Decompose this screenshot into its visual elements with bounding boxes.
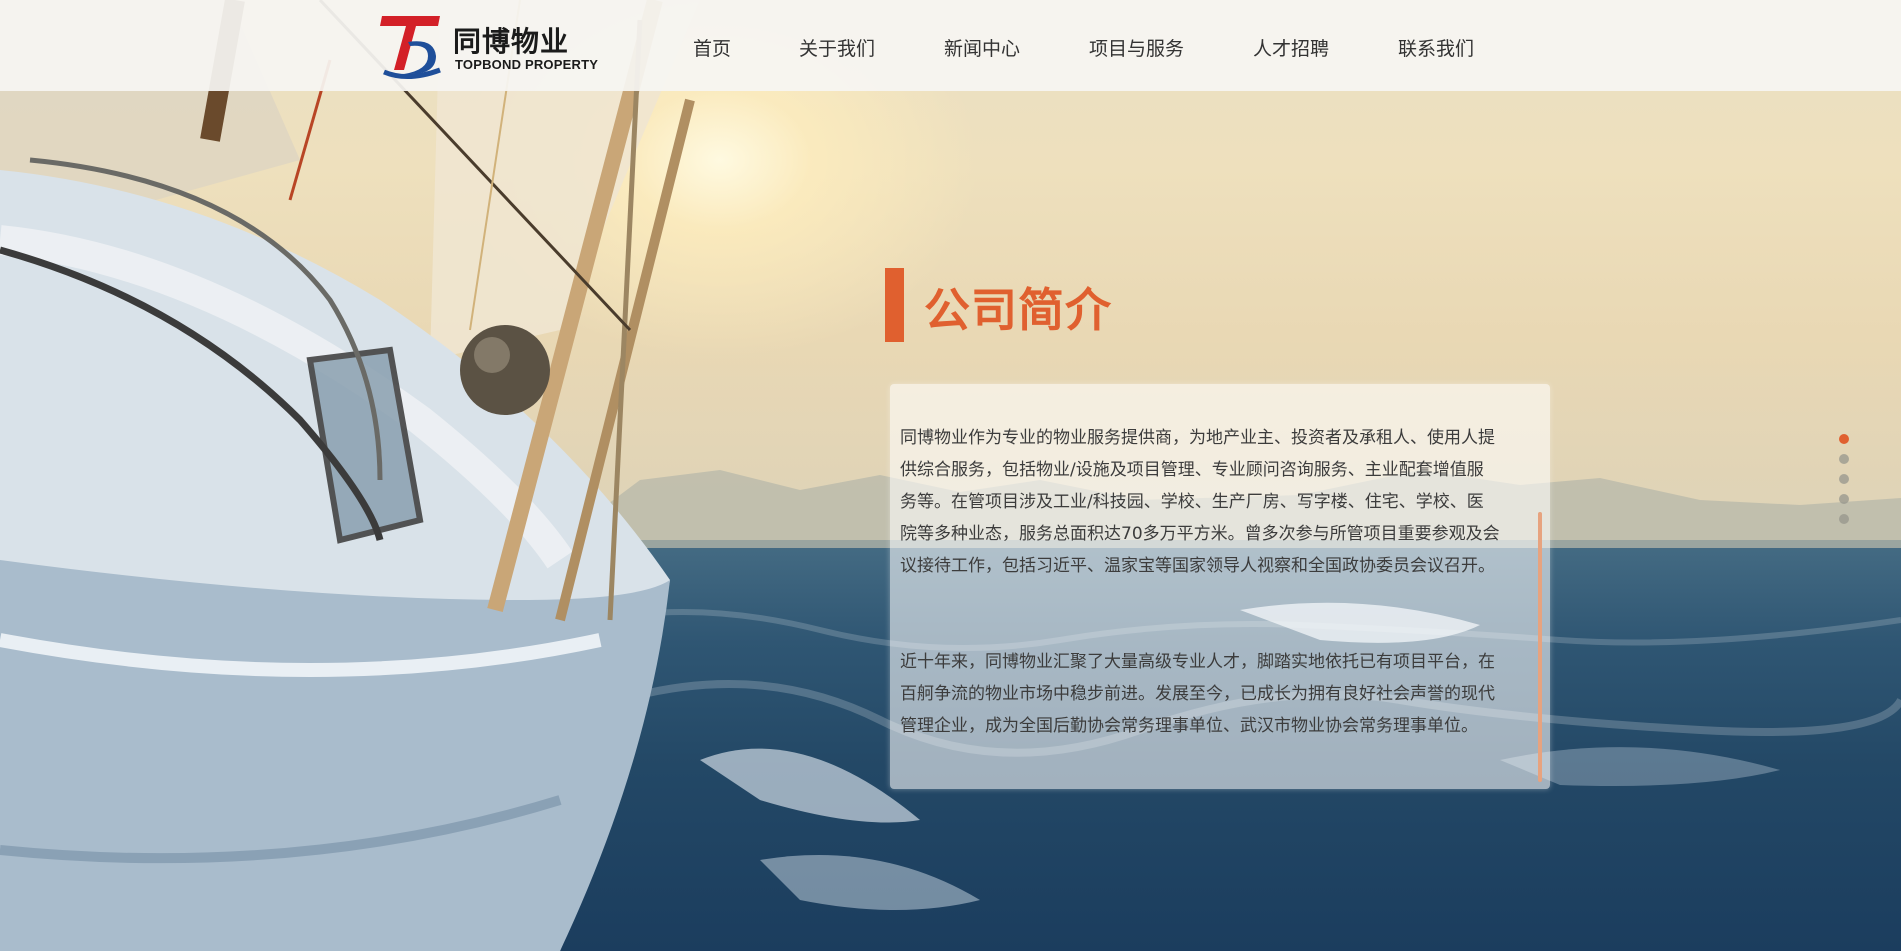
main-nav: 首页 关于我们 新闻中心 项目与服务 人才招聘 联系我们 [0, 0, 1901, 91]
page-title: 公司简介 [924, 283, 1112, 337]
nav-item-projects[interactable]: 项目与服务 [1089, 34, 1184, 61]
nav-item-news[interactable]: 新闻中心 [944, 34, 1020, 61]
pager-dot[interactable] [1839, 494, 1849, 504]
nav-item-about[interactable]: 关于我们 [799, 34, 875, 61]
intro-paragraph: 近十年来，同博物业汇聚了大量高级专业人才，脚踏实地依托已有项目平台，在百舸争流的… [900, 652, 1495, 736]
intro-paragraph: 同博物业作为专业的物业服务提供商，为地产业主、投资者及承租人、使用人提供综合服务… [900, 428, 1500, 576]
nav-item-careers[interactable]: 人才招聘 [1253, 34, 1329, 61]
pager-dot[interactable] [1839, 454, 1849, 464]
pager-dot[interactable] [1839, 434, 1849, 444]
pager-dot[interactable] [1839, 514, 1849, 524]
site-header: 同博物业 TOPBOND PROPERTY 首页 关于我们 新闻中心 项目与服务… [0, 0, 1901, 91]
heading-accent-bar [885, 268, 904, 342]
scrollbar-thumb[interactable] [1538, 512, 1542, 782]
nav-item-contact[interactable]: 联系我们 [1398, 34, 1474, 61]
pager-dot[interactable] [1839, 474, 1849, 484]
intro-panel[interactable]: 同博物业作为专业的物业服务提供商，为地产业主、投资者及承租人、使用人提供综合服务… [890, 384, 1550, 789]
nav-item-home[interactable]: 首页 [693, 34, 731, 61]
scrollbar-track[interactable] [1538, 512, 1542, 782]
